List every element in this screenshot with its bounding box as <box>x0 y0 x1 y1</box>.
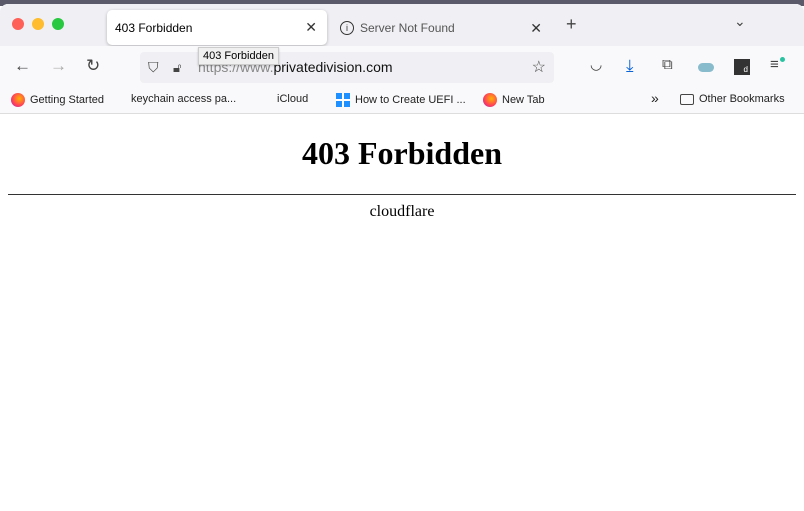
maximize-window-button[interactable] <box>52 18 64 30</box>
bookmark-label: iCloud <box>277 93 309 105</box>
nav-bar: ← → ↻ ⛉ 🔓︎ https://www.privatedivision.c… <box>0 46 804 88</box>
bookmark-label: How to Create UEFI ... <box>355 94 466 106</box>
downloads-icon[interactable]: ⤓ <box>626 56 634 76</box>
bookmark-uefi[interactable]: How to Create UEFI ... <box>336 93 466 107</box>
pocket-icon[interactable]: ◡ <box>590 56 602 73</box>
close-window-button[interactable] <box>12 18 24 30</box>
bookmarks-toolbar: Getting Started keychain access pa... iC… <box>0 88 804 114</box>
bookmark-getting-started[interactable]: Getting Started <box>11 93 104 107</box>
tab-403-forbidden[interactable]: 403 Forbidden ✕ <box>107 10 327 45</box>
tab-bar: 403 Forbidden ✕ i Server Not Found ✕ + ⌄ <box>0 4 804 46</box>
close-tab-icon[interactable]: ✕ <box>305 19 317 36</box>
tab-tooltip: 403 Forbidden <box>198 47 279 65</box>
update-badge <box>780 57 785 62</box>
browser-window: 403 Forbidden ✕ i Server Not Found ✕ + ⌄ 40… <box>0 4 804 511</box>
extension-d-icon[interactable]: d <box>734 59 750 75</box>
divider <box>8 194 796 195</box>
extension-toggle-icon[interactable] <box>698 63 714 72</box>
bookmark-label: Getting Started <box>30 94 104 106</box>
folder-icon <box>680 93 694 105</box>
extensions-icon[interactable]: ⧉ <box>662 56 673 73</box>
info-icon: i <box>340 21 354 35</box>
tab-title: 403 Forbidden <box>115 20 193 35</box>
menu-icon[interactable]: ≡ <box>770 56 779 73</box>
new-tab-button[interactable]: + <box>566 14 577 35</box>
reload-button[interactable]: ↻ <box>86 56 100 76</box>
bookmark-label: New Tab <box>502 94 545 106</box>
page-heading: 403 Forbidden <box>301 135 503 171</box>
shield-icon[interactable]: ⛉ <box>148 52 159 83</box>
url-domain: privatedivision.com <box>273 59 393 75</box>
bookmark-label: keychain access pa... <box>131 93 237 105</box>
back-button[interactable]: ← <box>14 56 31 76</box>
tab-title: Server Not Found <box>360 21 455 35</box>
close-tab-icon[interactable]: ✕ <box>530 20 542 37</box>
bookmark-star-icon[interactable]: ☆ <box>532 52 546 83</box>
list-tabs-chevron-icon[interactable]: ⌄ <box>734 13 746 30</box>
firefox-icon <box>483 93 497 107</box>
windows-icon <box>336 93 350 107</box>
minimize-window-button[interactable] <box>32 18 44 30</box>
bookmark-icloud[interactable]: iCloud <box>272 93 308 105</box>
more-bookmarks-chevron-icon[interactable]: » <box>651 90 659 106</box>
firefox-icon <box>11 93 25 107</box>
page-content: 403 Forbidden cloudflare <box>0 115 804 221</box>
other-bookmarks[interactable]: Other Bookmarks <box>680 93 785 105</box>
forward-button[interactable]: → <box>50 56 67 76</box>
insecure-lock-icon[interactable]: 🔓︎ <box>173 52 181 83</box>
bookmark-keychain[interactable]: keychain access pa... <box>126 93 236 105</box>
server-name: cloudflare <box>369 203 435 220</box>
tab-server-not-found[interactable]: i Server Not Found ✕ <box>332 10 552 46</box>
bookmark-label: Other Bookmarks <box>699 93 785 105</box>
bookmark-new-tab[interactable]: New Tab <box>483 93 545 107</box>
